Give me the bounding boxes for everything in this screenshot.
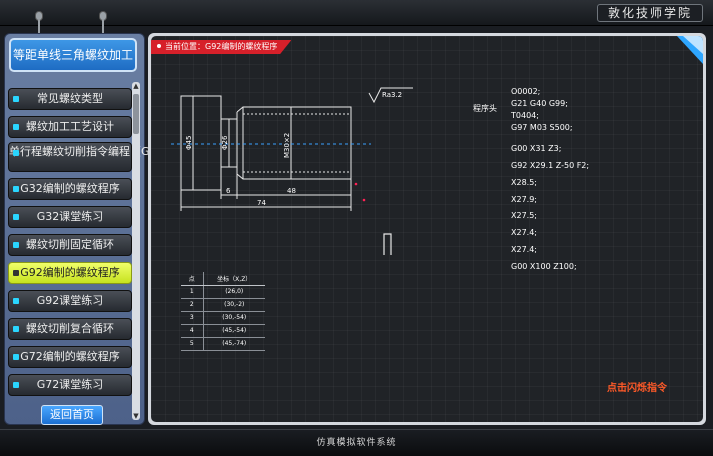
sidebar-item-g32-program[interactable]: G32编制的螺纹程序	[8, 178, 132, 200]
bullet-icon	[13, 186, 19, 192]
bullet-icon	[13, 214, 19, 220]
program-line[interactable]: G00 X100 Z100;	[511, 262, 577, 271]
dim-label-diameter-large: Φ45	[185, 136, 193, 150]
footer: 仿真模拟软件系统	[0, 429, 713, 456]
tool-icon[interactable]	[383, 233, 392, 255]
dim-label-thread-length: 48	[287, 187, 296, 195]
dim-label-total-length: 74	[257, 199, 266, 207]
program-line[interactable]: T0404;	[511, 111, 539, 120]
scroll-thumb[interactable]	[133, 94, 139, 134]
home-button[interactable]: 返回首页	[41, 405, 103, 425]
program-line[interactable]: X28.5;	[511, 178, 537, 187]
sidebar: 等距单线三角螺纹加工 常见螺纹类型 螺纹加工工艺设计 单行程螺纹切削指令编程（G…	[4, 33, 175, 425]
sidebar-item-g72-program[interactable]: G72编制的螺纹程序	[8, 346, 132, 368]
program-line[interactable]: O0002;	[511, 87, 540, 96]
program-line[interactable]: X27.5;	[511, 211, 537, 220]
content-frame: 当前位置：G92编制的螺纹程序 Ra3.2 Φ45 Φ26 M30×2 6 48…	[148, 33, 706, 425]
scroll-up-icon[interactable]: ▲	[132, 82, 140, 90]
top-bar: 敦化技师学院	[0, 0, 713, 36]
table-header-point: 点	[181, 272, 204, 286]
part-drawing: Ra3.2 Φ45 Φ26 M30×2 6 48 74	[171, 87, 413, 255]
bullet-icon	[13, 326, 19, 332]
marker-point-icon	[354, 182, 358, 186]
bullet-icon	[13, 242, 19, 248]
sidebar-item-g72-practice[interactable]: G72课堂练习	[8, 374, 132, 396]
surface-finish-label: Ra3.2	[382, 91, 402, 99]
sidebar-item-thread-types[interactable]: 常见螺纹类型	[8, 88, 132, 110]
bullet-icon	[13, 96, 19, 102]
table-row: 2 (30,-2)	[181, 298, 265, 312]
sidebar-item-compound-cycle[interactable]: 螺纹切削复合循环	[8, 318, 132, 340]
bullet-icon	[13, 150, 19, 156]
pin-icon	[35, 11, 43, 36]
marker-point-icon	[362, 198, 366, 202]
bullet-icon	[13, 382, 19, 388]
table-header-coord: 坐标（X,Z）	[203, 272, 265, 286]
bullet-icon	[13, 124, 19, 130]
bullet-icon	[13, 298, 19, 304]
table-header-row: 点 坐标（X,Z）	[181, 272, 265, 286]
program-head-label: 程序头	[473, 104, 497, 113]
program-line[interactable]: G92 X29.1 Z-50 F2;	[511, 161, 589, 170]
chapter-title: 等距单线三角螺纹加工	[9, 38, 137, 72]
blink-hint: 点击闪烁指令	[607, 383, 667, 394]
bullet-icon	[13, 354, 19, 360]
pin-icon	[99, 11, 107, 36]
blackboard: 当前位置：G92编制的螺纹程序 Ra3.2 Φ45 Φ26 M30×2 6 48…	[151, 36, 703, 422]
school-name: 敦化技师学院	[596, 4, 703, 22]
dim-label-neck-length: 6	[226, 187, 231, 195]
table-row: 3 (30,-54)	[181, 311, 265, 325]
dim-label-thread: M30×2	[283, 133, 291, 158]
program-line[interactable]: G00 X31 Z3;	[511, 144, 561, 153]
sidebar-item-g32-practice[interactable]: G32课堂练习	[8, 206, 132, 228]
program-line[interactable]: G21 G40 G99;	[511, 99, 568, 108]
table-row: 1 (26,0)	[181, 285, 265, 299]
coordinate-table: 点 坐标（X,Z） 1 (26,0) 2 (30,-2) 3 (30,-54) 4 (4…	[181, 272, 265, 351]
sidebar-item-g32-intro[interactable]: 单行程螺纹切削指令编程（G32）	[8, 142, 175, 172]
sidebar-item-fixed-cycle[interactable]: 螺纹切削固定循环	[8, 234, 132, 256]
sidebar-item-g92-program[interactable]: G92编制的螺纹程序	[8, 262, 132, 284]
drawing-thread-section	[236, 106, 352, 180]
program-line[interactable]: G97 M03 S500;	[511, 123, 573, 132]
sidebar-item-g92-practice[interactable]: G92课堂练习	[8, 290, 132, 312]
program-line[interactable]: X27.9;	[511, 195, 537, 204]
dim-label-diameter-neck: Φ26	[221, 135, 229, 150]
sidebar-scrollbar[interactable]: ▲ ▼	[132, 82, 140, 420]
table-row: 5 (45,-74)	[181, 337, 265, 351]
table-row: 4 (45,-54)	[181, 324, 265, 338]
scroll-down-icon[interactable]: ▼	[132, 412, 140, 420]
program-line[interactable]: X27.4;	[511, 245, 537, 254]
sidebar-item-process-design[interactable]: 螺纹加工工艺设计	[8, 116, 132, 138]
bullet-icon	[13, 270, 19, 276]
program-line[interactable]: X27.4;	[511, 228, 537, 237]
